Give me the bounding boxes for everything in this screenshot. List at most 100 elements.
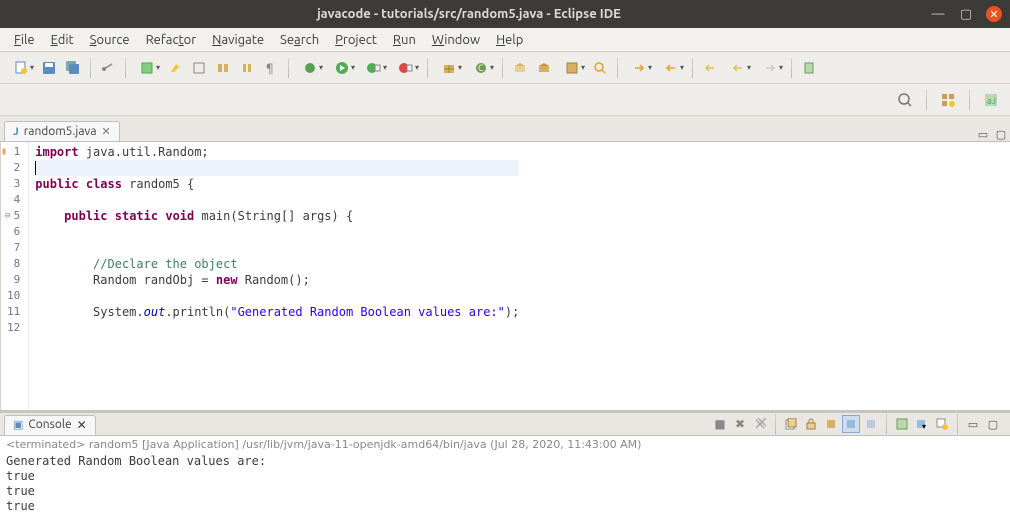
- console-tab-bar: ▣ Console ✕ ■ ✖ ▾ ▭ ▢: [0, 410, 1010, 436]
- terminate-button[interactable]: ■: [711, 415, 729, 433]
- console-tab[interactable]: ▣ Console ✕: [4, 415, 96, 435]
- svg-text:C: C: [478, 63, 484, 73]
- aux-toolbar: aJ: [0, 84, 1010, 116]
- link-editor-button[interactable]: [97, 57, 119, 79]
- toggle-highlight-button[interactable]: [164, 57, 186, 79]
- menu-window[interactable]: Window: [424, 31, 488, 49]
- editor-tab-label: random5.java: [24, 125, 97, 138]
- menu-edit[interactable]: Edit: [43, 31, 82, 49]
- save-all-button[interactable]: [62, 57, 84, 79]
- code-line[interactable]: System.out.println("Generated Random Boo…: [35, 304, 519, 320]
- code-line[interactable]: [35, 320, 519, 336]
- show-console-button[interactable]: [842, 415, 860, 433]
- open-perspective-icon[interactable]: [937, 89, 959, 111]
- run-last-button[interactable]: [359, 57, 389, 79]
- scroll-lock-button[interactable]: [802, 415, 820, 433]
- coverage-button[interactable]: [132, 57, 162, 79]
- separator: [775, 414, 776, 434]
- pin-console-button[interactable]: [862, 415, 880, 433]
- minimize-view-icon[interactable]: ▭: [976, 127, 990, 141]
- next-annotation-button[interactable]: [624, 57, 654, 79]
- clear-console-button[interactable]: [782, 415, 800, 433]
- code-line[interactable]: [35, 240, 519, 256]
- code-line[interactable]: [35, 288, 519, 304]
- new-button[interactable]: [6, 57, 36, 79]
- external-tools-button[interactable]: [391, 57, 421, 79]
- code-area[interactable]: import java.util.Random; public class ran…: [29, 142, 525, 410]
- svg-text:aJ: aJ: [987, 96, 996, 106]
- toggle-word-wrap-button[interactable]: [236, 57, 258, 79]
- separator: [502, 58, 503, 78]
- maximize-button[interactable]: ▢: [958, 6, 974, 22]
- pin-editor-button[interactable]: [798, 57, 820, 79]
- code-line[interactable]: public static void main(String[] args) {: [35, 208, 519, 224]
- editor-tab[interactable]: J random5.java ✕: [4, 121, 120, 141]
- editor-tab-bar: J random5.java ✕ ▭ ▢: [0, 116, 1010, 142]
- code-line[interactable]: [35, 224, 519, 240]
- remove-launch-button[interactable]: ✖: [731, 415, 749, 433]
- quick-search-button[interactable]: [894, 89, 916, 111]
- save-button[interactable]: [38, 57, 60, 79]
- menu-search[interactable]: Search: [272, 31, 327, 49]
- close-tab-icon[interactable]: ✕: [102, 125, 111, 138]
- code-line[interactable]: Random randObj = new Random();: [35, 272, 519, 288]
- new-package-button[interactable]: [434, 57, 464, 79]
- display-selected-button[interactable]: [893, 415, 911, 433]
- remove-all-button[interactable]: [751, 415, 769, 433]
- new-console-dropdown[interactable]: [933, 415, 951, 433]
- console-toolbar: ■ ✖ ▾ ▭ ▢: [96, 414, 1006, 434]
- menu-help[interactable]: Help: [488, 31, 531, 49]
- menu-project[interactable]: Project: [327, 31, 385, 49]
- word-wrap-button[interactable]: [822, 415, 840, 433]
- toggle-block-button[interactable]: [188, 57, 210, 79]
- new-class-button[interactable]: C: [466, 57, 496, 79]
- console-process-header: <terminated> random5 [Java Application] …: [0, 436, 1010, 453]
- minimize-button[interactable]: —: [930, 6, 946, 22]
- console-output[interactable]: Generated Random Boolean values are: tru…: [0, 453, 1010, 515]
- debug-button[interactable]: [295, 57, 325, 79]
- code-line[interactable]: [35, 192, 519, 208]
- prev-annotation-button[interactable]: [656, 57, 686, 79]
- open-type-button[interactable]: [509, 57, 531, 79]
- line-gutter: 123456789101112: [1, 142, 29, 410]
- console-icon: ▣: [13, 418, 23, 431]
- separator: [926, 90, 927, 110]
- separator: [692, 58, 693, 78]
- code-line[interactable]: public class random5 {: [35, 176, 519, 192]
- run-button[interactable]: [327, 57, 357, 79]
- window-titlebar: javacode - tutorials/src/random5.java - …: [0, 0, 1010, 28]
- separator: [791, 58, 792, 78]
- open-console-dropdown[interactable]: ▾: [913, 415, 931, 433]
- show-whitespace-button[interactable]: [212, 57, 234, 79]
- menu-run[interactable]: Run: [385, 31, 424, 49]
- svg-text:▾: ▾: [922, 422, 926, 430]
- java-perspective-icon[interactable]: aJ: [980, 89, 1002, 111]
- svg-text:¶: ¶: [266, 62, 274, 75]
- search-button[interactable]: [589, 57, 611, 79]
- maximize-view-icon[interactable]: ▢: [994, 127, 1008, 141]
- close-console-icon[interactable]: ✕: [77, 418, 87, 432]
- menu-file[interactable]: File: [6, 31, 43, 49]
- code-line[interactable]: [35, 160, 519, 176]
- separator: [617, 58, 618, 78]
- pilcrow-button[interactable]: ¶: [260, 57, 282, 79]
- separator: [288, 58, 289, 78]
- open-perspective-button[interactable]: [557, 57, 587, 79]
- main-toolbar: ¶ C: [0, 52, 1010, 84]
- minimize-console-icon[interactable]: ▭: [966, 417, 980, 431]
- separator: [886, 414, 887, 434]
- code-line[interactable]: import java.util.Random;: [35, 144, 519, 160]
- last-edit-button[interactable]: [699, 57, 721, 79]
- code-editor[interactable]: 123456789101112 import java.util.Random;…: [0, 142, 1010, 410]
- console-tab-label: Console: [28, 418, 71, 431]
- code-line[interactable]: //Declare the object: [35, 256, 519, 272]
- close-button[interactable]: ✕: [986, 6, 1002, 22]
- maximize-console-icon[interactable]: ▢: [986, 417, 1000, 431]
- menu-source[interactable]: Source: [82, 31, 138, 49]
- back-button[interactable]: [723, 57, 753, 79]
- open-task-button[interactable]: [533, 57, 555, 79]
- forward-button[interactable]: [755, 57, 785, 79]
- menu-refactor[interactable]: Refactor: [138, 31, 205, 49]
- menu-navigate[interactable]: Navigate: [204, 31, 272, 49]
- separator: [427, 58, 428, 78]
